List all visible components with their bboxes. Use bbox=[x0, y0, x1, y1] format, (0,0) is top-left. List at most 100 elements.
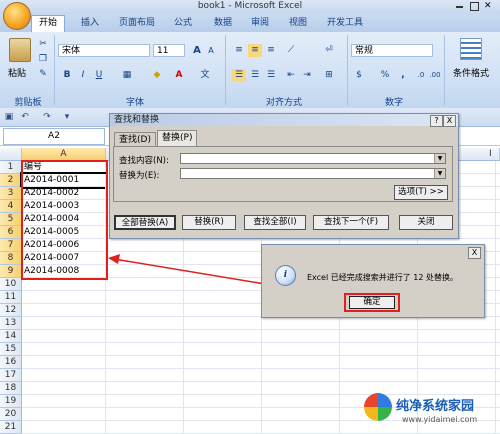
cell-a[interactable] bbox=[22, 408, 106, 421]
cell-a[interactable] bbox=[22, 382, 106, 395]
table-row[interactable] bbox=[106, 317, 500, 330]
dialog-close-button[interactable]: X bbox=[443, 115, 456, 127]
tab-data[interactable]: 数据 bbox=[207, 16, 239, 31]
font-name-select[interactable]: 宋体 bbox=[58, 44, 150, 57]
increase-decimal-icon[interactable]: .0 bbox=[414, 69, 428, 82]
cell-a[interactable] bbox=[22, 304, 106, 317]
decrease-decimal-icon[interactable]: .00 bbox=[428, 69, 442, 82]
undo-icon[interactable]: ↶ bbox=[18, 111, 32, 124]
row-header[interactable]: 8 bbox=[0, 252, 22, 265]
table-row[interactable] bbox=[106, 369, 500, 382]
row-header[interactable]: 19 bbox=[0, 395, 22, 408]
row-header[interactable]: 15 bbox=[0, 343, 22, 356]
close-button[interactable]: 关闭 bbox=[399, 215, 453, 230]
tab-replace[interactable]: 替换(P) bbox=[157, 130, 198, 147]
tab-page-layout[interactable]: 页面布局 bbox=[112, 16, 162, 31]
row-header[interactable]: 16 bbox=[0, 356, 22, 369]
ok-button[interactable]: 确定 bbox=[349, 296, 395, 309]
orientation-icon[interactable]: ⟋ bbox=[284, 44, 298, 57]
cell-a[interactable] bbox=[22, 343, 106, 356]
font-color-icon[interactable]: A bbox=[172, 69, 186, 82]
shrink-font-button[interactable]: A bbox=[204, 44, 218, 57]
format-painter-icon[interactable]: ✎ bbox=[36, 68, 50, 81]
fill-color-icon[interactable]: ◆ bbox=[150, 69, 164, 82]
office-button[interactable] bbox=[3, 2, 31, 30]
copy-icon[interactable]: ❐ bbox=[36, 53, 50, 66]
replace-with-input[interactable]: ▼ bbox=[180, 168, 446, 179]
table-row[interactable] bbox=[106, 343, 500, 356]
increase-indent-icon[interactable]: ⇥ bbox=[300, 69, 314, 82]
row-header[interactable]: 6 bbox=[0, 226, 22, 239]
row-header[interactable]: 12 bbox=[0, 304, 22, 317]
underline-button[interactable]: U bbox=[92, 69, 106, 82]
replace-button[interactable]: 替换(R) bbox=[182, 215, 236, 230]
column-header-i[interactable]: I bbox=[489, 149, 492, 159]
row-header[interactable]: 2 bbox=[0, 174, 22, 187]
row-header[interactable]: 5 bbox=[0, 213, 22, 226]
paste-button[interactable]: 粘贴 bbox=[8, 66, 26, 79]
cell-a[interactable] bbox=[22, 356, 106, 369]
align-left-icon[interactable]: ☰ bbox=[232, 69, 246, 82]
align-top-icon[interactable]: ≡ bbox=[232, 44, 246, 57]
tab-formulas[interactable]: 公式 bbox=[167, 16, 199, 31]
grow-font-button[interactable]: A bbox=[190, 44, 204, 57]
options-button[interactable]: 选项(T) >> bbox=[394, 185, 448, 200]
row-header[interactable]: 9 bbox=[0, 265, 22, 278]
bold-button[interactable]: B bbox=[60, 69, 74, 82]
borders-icon[interactable]: ▦ bbox=[120, 69, 134, 82]
close-icon[interactable]: ✕ bbox=[484, 1, 492, 11]
select-all-corner[interactable] bbox=[0, 148, 22, 161]
tab-insert[interactable]: 插入 bbox=[74, 16, 106, 31]
conditional-format-button[interactable]: 条件格式 bbox=[453, 66, 489, 79]
row-header[interactable]: 13 bbox=[0, 317, 22, 330]
customize-qat-icon[interactable]: ▾ bbox=[60, 111, 74, 124]
number-format-select[interactable]: 常规 bbox=[351, 44, 433, 57]
row-header[interactable]: 17 bbox=[0, 369, 22, 382]
tab-home[interactable]: 开始 bbox=[31, 15, 66, 33]
font-size-select[interactable]: 11 bbox=[153, 44, 185, 57]
cut-icon[interactable]: ✂ bbox=[36, 38, 50, 51]
tab-developer[interactable]: 开发工具 bbox=[320, 16, 370, 31]
row-header[interactable]: 4 bbox=[0, 200, 22, 213]
row-header[interactable]: 21 bbox=[0, 421, 22, 434]
save-icon[interactable]: ▣ bbox=[2, 111, 16, 124]
row-header[interactable]: 11 bbox=[0, 291, 22, 304]
cell-a[interactable] bbox=[22, 421, 106, 434]
find-next-button[interactable]: 查找下一个(F) bbox=[313, 215, 389, 230]
align-right-icon[interactable]: ☰ bbox=[264, 69, 278, 82]
message-close-button[interactable]: X bbox=[468, 247, 481, 259]
name-box[interactable]: A2 bbox=[3, 128, 105, 145]
cell-a[interactable] bbox=[22, 317, 106, 330]
find-all-button[interactable]: 查找全部(I) bbox=[244, 215, 306, 230]
row-header[interactable]: 20 bbox=[0, 408, 22, 421]
row-header[interactable]: 3 bbox=[0, 187, 22, 200]
align-bottom-icon[interactable]: ≡ bbox=[264, 44, 278, 57]
chevron-down-icon[interactable]: ▼ bbox=[434, 169, 445, 178]
paste-icon[interactable] bbox=[9, 38, 31, 62]
merge-center-icon[interactable]: ⊞ bbox=[322, 69, 336, 82]
currency-icon[interactable]: $ bbox=[352, 69, 366, 82]
decrease-indent-icon[interactable]: ⇤ bbox=[284, 69, 298, 82]
row-header[interactable]: 18 bbox=[0, 382, 22, 395]
maximize-icon[interactable] bbox=[470, 2, 479, 11]
row-header[interactable]: 14 bbox=[0, 330, 22, 343]
find-what-input[interactable]: ▼ bbox=[180, 153, 446, 164]
cell-a[interactable] bbox=[22, 330, 106, 343]
tab-review[interactable]: 审阅 bbox=[244, 16, 276, 31]
italic-button[interactable]: I bbox=[76, 69, 90, 82]
tab-view[interactable]: 视图 bbox=[282, 16, 314, 31]
row-header[interactable]: 10 bbox=[0, 278, 22, 291]
cell-a[interactable] bbox=[22, 369, 106, 382]
row-header[interactable]: 7 bbox=[0, 239, 22, 252]
chevron-down-icon[interactable]: ▼ bbox=[434, 154, 445, 163]
row-header[interactable]: 1 bbox=[0, 161, 22, 174]
tab-find[interactable]: 查找(D) bbox=[114, 132, 156, 147]
redo-icon[interactable]: ↷ bbox=[40, 111, 54, 124]
minimize-icon[interactable] bbox=[456, 6, 463, 8]
align-middle-icon[interactable]: ≡ bbox=[248, 44, 262, 57]
phonetic-icon[interactable]: 文 bbox=[198, 69, 212, 82]
table-row[interactable] bbox=[106, 382, 500, 395]
replace-all-button[interactable]: 全部替换(A) bbox=[114, 215, 176, 230]
table-row[interactable] bbox=[106, 330, 500, 343]
percent-button[interactable]: % bbox=[378, 69, 392, 82]
